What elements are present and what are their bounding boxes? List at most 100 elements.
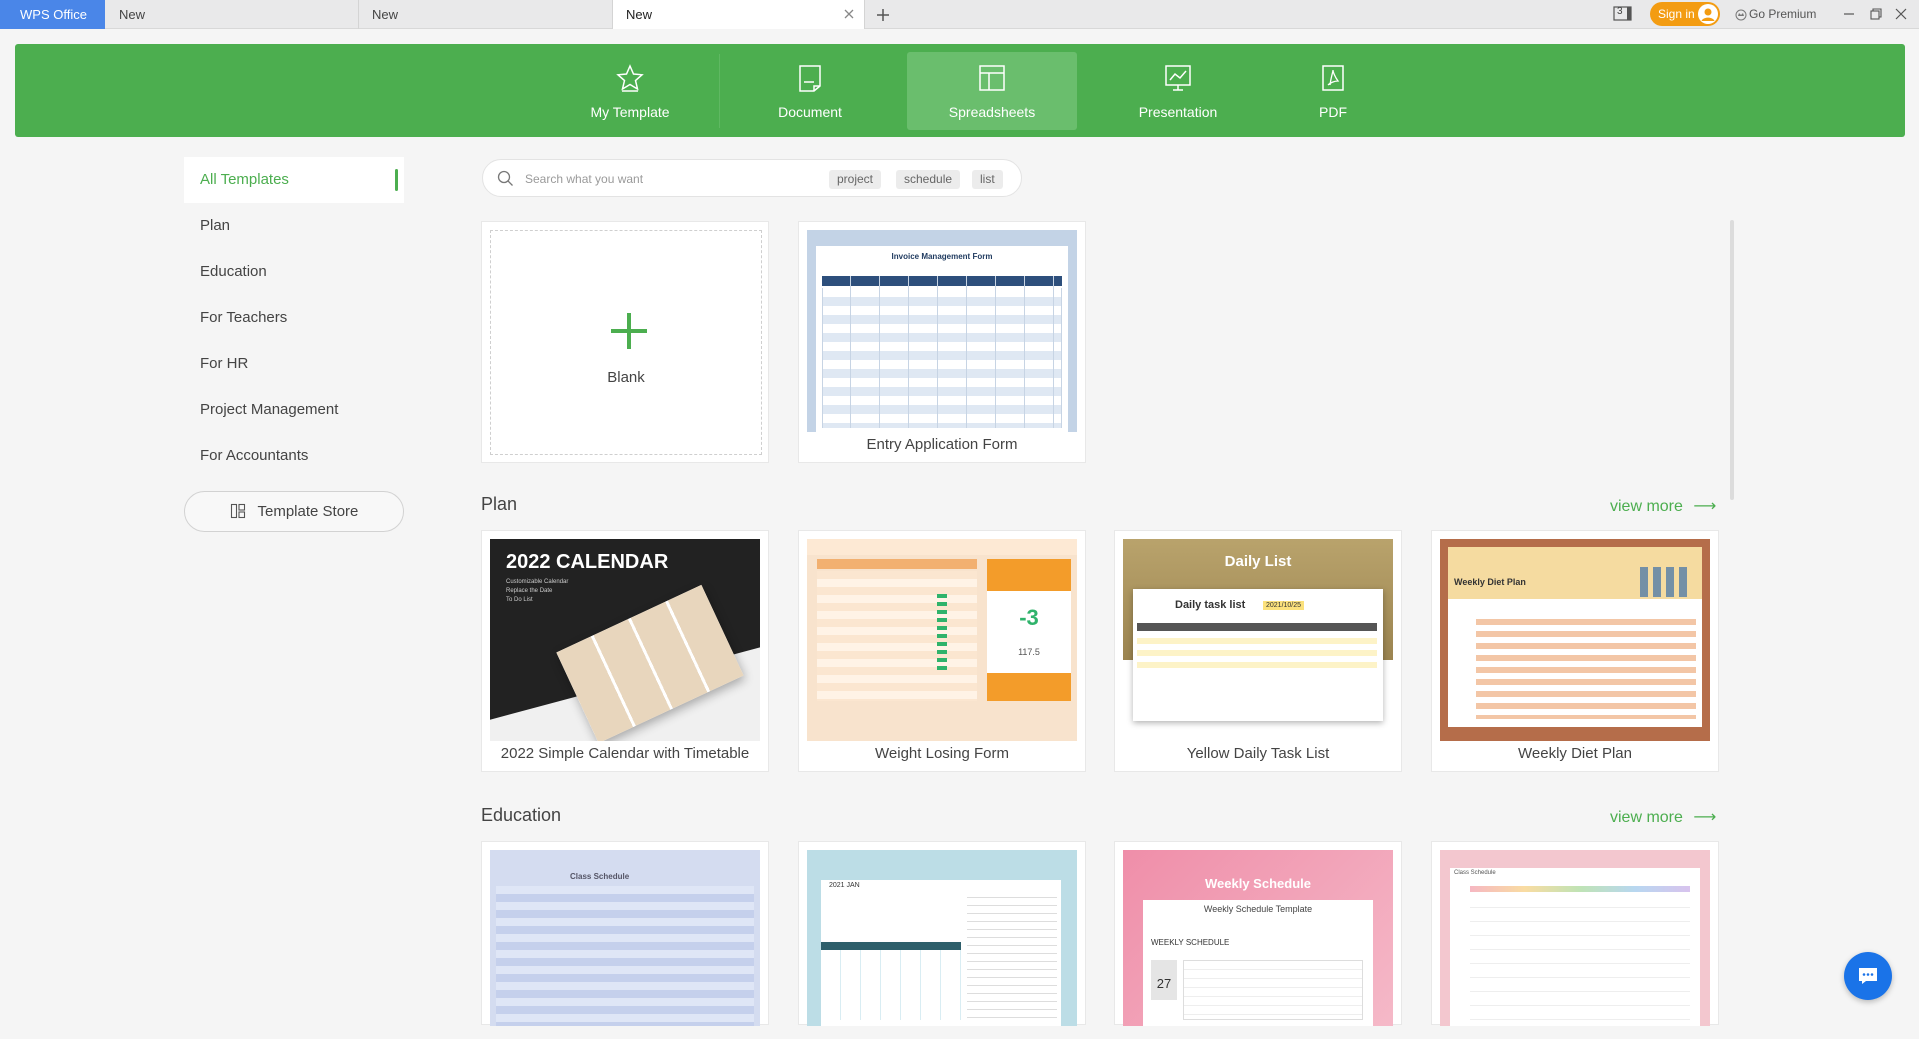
template-card-2022-calendar[interactable]: 2022 CALENDAR Customizable Calendar Repl…: [481, 530, 769, 772]
thumb-value-1: -3: [1019, 605, 1039, 630]
thumb-heading: Class Schedule: [1454, 870, 1496, 876]
tab-document-label: Document: [778, 104, 842, 120]
sidebar-item-education[interactable]: Education: [184, 249, 404, 295]
tab-new-1[interactable]: New: [106, 0, 359, 29]
tab-bar: WPS Office New New New 3 Sign in Go Prem…: [0, 0, 1919, 29]
chat-button[interactable]: [1844, 952, 1892, 1000]
template-thumbnail: 2021 JAN: [807, 850, 1077, 1026]
template-thumbnail: Weekly Diet Plan: [1440, 539, 1710, 741]
tab-presentation-label: Presentation: [1138, 104, 1218, 120]
thumb-heading: Class Schedule: [570, 872, 630, 881]
tab-new-3[interactable]: New: [613, 0, 865, 29]
search-box: project schedule list: [482, 159, 1022, 197]
template-store-label: Template Store: [257, 503, 359, 520]
template-card-weekly-diet-plan[interactable]: Weekly Diet Plan Weekly Diet Plan: [1431, 530, 1719, 772]
template-card-class-schedule-pastel[interactable]: Class Schedule: [1431, 841, 1719, 1026]
tab-my-template-label: My Template: [590, 104, 670, 120]
template-store-button[interactable]: Template Store: [184, 491, 404, 532]
pdf-icon: [1322, 65, 1344, 91]
spreadsheet-icon: [979, 65, 1005, 91]
thumb-heading: Daily List: [1224, 553, 1292, 570]
thumb-heading: Invoice Management Form: [891, 252, 993, 261]
presentation-icon: [1165, 65, 1191, 91]
section-title-plan: Plan: [481, 494, 518, 514]
sign-in-button[interactable]: Sign in: [1650, 2, 1720, 26]
search-chip-list[interactable]: list: [972, 170, 1003, 189]
thumb-sub-3: To Do List: [506, 597, 533, 603]
page-count-badge: 3: [1617, 6, 1623, 17]
tab-spreadsheets[interactable]: Spreadsheets: [907, 52, 1077, 130]
tab-presentation[interactable]: Presentation: [1093, 52, 1263, 130]
template-thumbnail: Invoice Management Form: [807, 230, 1077, 432]
thumb-sub-3: 27: [1156, 976, 1172, 991]
thumb-heading: 2021 JAN: [829, 882, 860, 889]
section-title-education: Education: [481, 805, 562, 825]
view-more-education-link[interactable]: view more ⟶: [1610, 807, 1716, 827]
thumb-sub-1: Daily task list: [1175, 599, 1246, 611]
thumb-heading: Weekly Diet Plan: [1454, 577, 1526, 587]
template-title: Yellow Daily Task List: [1186, 745, 1330, 762]
go-premium-button[interactable]: Go Premium: [1733, 0, 1816, 29]
scrollbar[interactable]: [1730, 220, 1734, 500]
template-thumbnail: Class Schedule: [490, 850, 760, 1026]
tab-document[interactable]: Document: [725, 52, 895, 130]
document-icon: [799, 65, 821, 92]
chat-icon: [1859, 968, 1877, 984]
blank-template-card[interactable]: Blank: [481, 221, 769, 463]
divider: [719, 54, 720, 128]
template-thumbnail: Daily List Daily task list 2021/10/25: [1123, 539, 1393, 741]
thumb-heading: Weekly Schedule: [1205, 876, 1311, 891]
search-chip-project[interactable]: project: [829, 170, 882, 189]
sign-in-label: Sign in: [1658, 7, 1695, 21]
tab-spreadsheets-label: Spreadsheets: [948, 104, 1036, 120]
sidebar-item-project-management[interactable]: Project Management: [184, 387, 404, 433]
template-thumbnail: Weekly Schedule Weekly Schedule Template…: [1123, 850, 1393, 1026]
template-card-class-schedule[interactable]: Class Schedule: [481, 841, 769, 1026]
thumb-sub-2: WEEKLY SCHEDULE: [1151, 938, 1230, 947]
template-title: Entry Application Form: [866, 436, 1018, 453]
close-window-icon[interactable]: [1893, 6, 1909, 22]
blank-card-frame: Blank: [490, 230, 762, 455]
sidebar-item-all-templates[interactable]: All Templates: [184, 157, 404, 203]
search-icon: [497, 170, 513, 186]
template-card-yellow-daily-task-list[interactable]: Daily List Daily task list 2021/10/25 Ye…: [1114, 530, 1402, 772]
sidebar-item-for-teachers[interactable]: For Teachers: [184, 295, 404, 341]
view-more-plan-link[interactable]: view more ⟶: [1610, 496, 1716, 516]
thumb-sub-2: 2021/10/25: [1263, 601, 1305, 610]
sidebar-item-for-hr[interactable]: For HR: [184, 341, 404, 387]
tab-pdf[interactable]: PDF: [1263, 52, 1403, 130]
template-card-entry-application-form[interactable]: Invoice Management Form Entry Applicatio…: [798, 221, 1086, 463]
template-thumbnail: Class Schedule: [1440, 850, 1710, 1026]
template-card-weekly-schedule[interactable]: Weekly Schedule Weekly Schedule Template…: [1114, 841, 1402, 1026]
plus-icon: [611, 313, 647, 349]
tab-new-2[interactable]: New: [359, 0, 613, 29]
thumb-heading: 2022 CALENDAR: [506, 551, 669, 573]
view-more-label: view more: [1610, 498, 1683, 515]
search-input[interactable]: [525, 169, 805, 189]
sidebar-item-for-accountants[interactable]: For Accountants: [184, 433, 404, 479]
restore-icon[interactable]: [1868, 6, 1884, 22]
add-tab-icon[interactable]: [872, 4, 894, 26]
sidebar-item-plan[interactable]: Plan: [184, 203, 404, 249]
minimize-icon[interactable]: [1841, 6, 1857, 22]
tab-pdf-label: PDF: [1319, 104, 1347, 120]
template-thumbnail: -3 117.5: [807, 539, 1077, 741]
page-count-icon[interactable]: 3: [1613, 5, 1633, 23]
blank-label: Blank: [607, 369, 645, 386]
thumb-value-2: 117.5: [1018, 647, 1040, 657]
tab-label: New: [626, 7, 653, 22]
thumb-sub-2: Replace the Date: [506, 588, 553, 594]
template-thumbnail: 2022 CALENDAR Customizable Calendar Repl…: [490, 539, 760, 741]
template-title: 2022 Simple Calendar with Timetable: [500, 745, 750, 762]
template-card-monthly-planner[interactable]: 2021 JAN: [798, 841, 1086, 1026]
go-premium-label: Go Premium: [1749, 7, 1817, 21]
search-chip-schedule[interactable]: schedule: [896, 170, 961, 189]
close-icon[interactable]: [842, 7, 856, 21]
wps-office-tab[interactable]: WPS Office: [0, 0, 105, 29]
arrow-right-icon: ⟶: [1693, 498, 1717, 515]
thumb-sub-1: Weekly Schedule Template: [1203, 904, 1313, 914]
store-icon: [230, 503, 245, 519]
tab-my-template[interactable]: My Template: [545, 52, 715, 130]
template-card-weight-losing-form[interactable]: -3 117.5 Weight Losing Form: [798, 530, 1086, 772]
crown-icon: [1735, 9, 1747, 21]
